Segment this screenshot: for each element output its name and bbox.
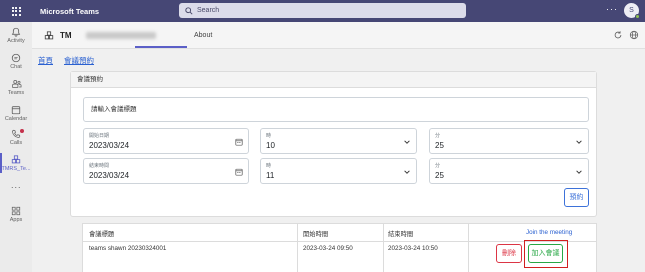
calendar-icon[interactable]	[235, 138, 243, 146]
tab-about[interactable]: About	[194, 32, 212, 39]
start-date-value: 2023/03/24	[89, 141, 130, 150]
teams-icon	[11, 80, 21, 88]
panel-header: 會議預約	[71, 72, 596, 88]
header-divider	[83, 241, 596, 242]
meetings-table: 會議標題 開始時間 結束時間 Join the meeting teams sh…	[82, 223, 597, 272]
app-title: Microsoft Teams	[40, 6, 100, 16]
rail-item-chat[interactable]: Chat	[0, 53, 32, 70]
chat-icon	[11, 53, 21, 63]
refresh-icon[interactable]	[613, 30, 623, 40]
rail-label: Teams	[7, 90, 25, 96]
meeting-title-input[interactable]: 請輸入會議標題	[83, 97, 589, 122]
start-hour-label: 時	[266, 133, 272, 139]
end-minute-value: 25	[435, 171, 444, 180]
column-divider	[468, 224, 469, 272]
breadcrumb-home-link[interactable]: 首頁	[38, 55, 53, 66]
search-placeholder: Search	[197, 7, 220, 14]
end-minute-label: 分	[435, 163, 441, 169]
end-date-label: 結束時間	[89, 163, 110, 169]
end-date-field[interactable]: 結束時間 2023/03/24	[83, 158, 249, 184]
end-hour-value: 11	[266, 171, 275, 180]
rail-label: Calendar	[4, 116, 28, 122]
calendar-icon	[11, 106, 21, 115]
booking-panel: 會議預約 請輸入會議標題 開始日期 2023/03/24 時 10 分 25 結…	[70, 71, 597, 217]
chevron-down-icon	[576, 170, 582, 174]
app-icon	[11, 155, 21, 164]
presence-available-icon	[635, 14, 640, 19]
column-header-start: 開始時間	[303, 231, 329, 238]
left-rail: Activity Chat Teams Calendar Calls TMRS_…	[0, 22, 32, 272]
end-hour-label: 時	[266, 163, 272, 169]
rail-label: TMRS_Te...	[1, 166, 31, 172]
settings-more-button[interactable]: ···	[606, 5, 618, 14]
tab-active-indicator	[135, 46, 187, 48]
rail-label: Calls	[9, 140, 23, 146]
rail-item-activity[interactable]: Activity	[0, 27, 32, 44]
rail-item-teams[interactable]: Teams	[0, 79, 32, 96]
end-minute-select[interactable]: 分 25	[429, 158, 589, 184]
avatar-initial: S	[629, 7, 634, 14]
join-meeting-button[interactable]: 加入會議	[528, 244, 563, 263]
rail-label: Chat	[10, 64, 22, 70]
book-button[interactable]: 預約	[564, 188, 589, 207]
rail-item-calls[interactable]: Calls	[0, 129, 32, 146]
rail-label: Activity	[7, 38, 25, 44]
column-header-join: Join the meeting	[526, 229, 573, 236]
join-button-highlight: 加入會議	[524, 240, 568, 268]
apps-icon	[11, 206, 21, 216]
start-date-field[interactable]: 開始日期 2023/03/24	[83, 128, 249, 154]
chevron-down-icon	[404, 170, 410, 174]
start-date-label: 開始日期	[89, 133, 110, 139]
rail-item-more[interactable]: ···	[0, 182, 32, 192]
search-icon	[185, 6, 193, 15]
top-bar: Microsoft Teams Search ··· S	[0, 0, 645, 22]
column-header-end: 結束時間	[388, 231, 414, 238]
start-minute-value: 25	[435, 141, 444, 150]
chevron-down-icon	[404, 140, 410, 144]
meeting-title-placeholder: 請輸入會議標題	[91, 106, 137, 113]
meeting-start-cell: 2023-03-24 09:50	[303, 245, 353, 252]
notification-dot	[20, 129, 24, 133]
end-hour-select[interactable]: 時 11	[260, 158, 417, 184]
chevron-down-icon	[576, 140, 582, 144]
start-minute-select[interactable]: 分 25	[429, 128, 589, 154]
app-launcher-button[interactable]	[0, 0, 32, 22]
bell-icon	[11, 27, 21, 37]
rail-item-apps[interactable]: Apps	[0, 206, 32, 223]
globe-icon[interactable]	[629, 30, 639, 40]
search-input[interactable]: Search	[179, 3, 466, 18]
start-hour-select[interactable]: 時 10	[260, 128, 417, 154]
rail-label: Apps	[9, 217, 23, 223]
redacted-app-name	[86, 32, 156, 39]
start-minute-label: 分	[435, 133, 441, 139]
column-header-title: 會議標題	[89, 231, 115, 238]
rail-item-calendar[interactable]: Calendar	[0, 105, 32, 122]
delete-button[interactable]: 刪除	[496, 244, 522, 263]
avatar[interactable]: S	[624, 3, 640, 19]
calendar-icon[interactable]	[235, 168, 243, 176]
column-divider	[383, 224, 384, 272]
app-icon	[44, 31, 54, 40]
meeting-end-cell: 2023-03-24 10:50	[388, 245, 438, 252]
more-icon: ···	[10, 182, 22, 192]
meeting-title-cell: teams shawn 20230324001	[89, 245, 167, 252]
column-divider	[297, 224, 298, 272]
app-name: TM	[60, 31, 72, 40]
rail-item-tmrs-app[interactable]: TMRS_Te...	[0, 153, 32, 173]
end-date-value: 2023/03/24	[89, 171, 130, 180]
waffle-icon	[11, 6, 21, 16]
app-header: TM About	[32, 22, 645, 49]
breadcrumb-booking-link[interactable]: 會議預約	[64, 55, 94, 66]
start-hour-value: 10	[266, 141, 275, 150]
